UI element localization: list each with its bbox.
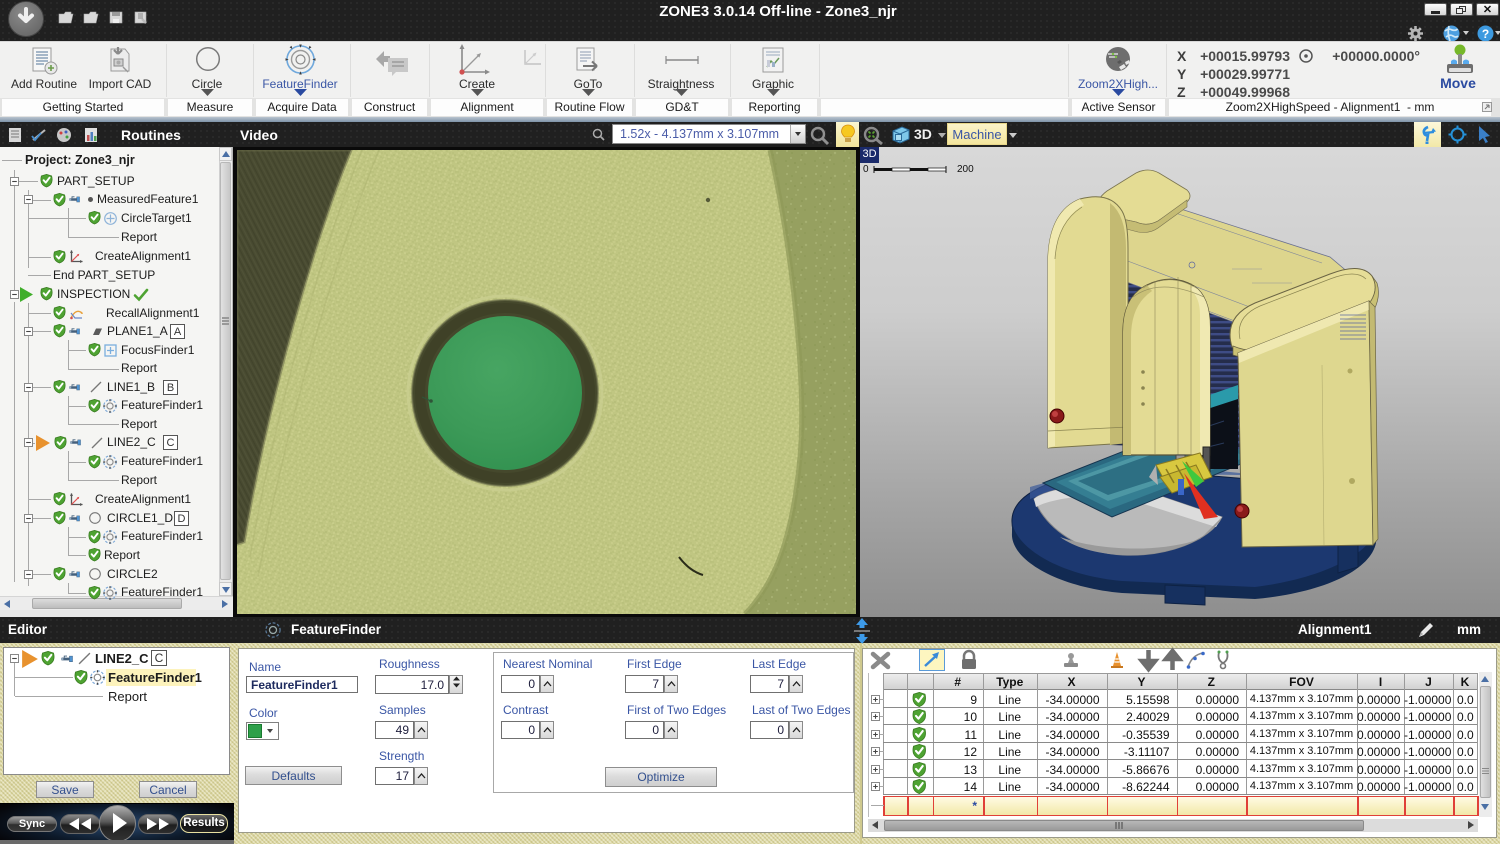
svg-text:?: ?	[1482, 27, 1489, 41]
